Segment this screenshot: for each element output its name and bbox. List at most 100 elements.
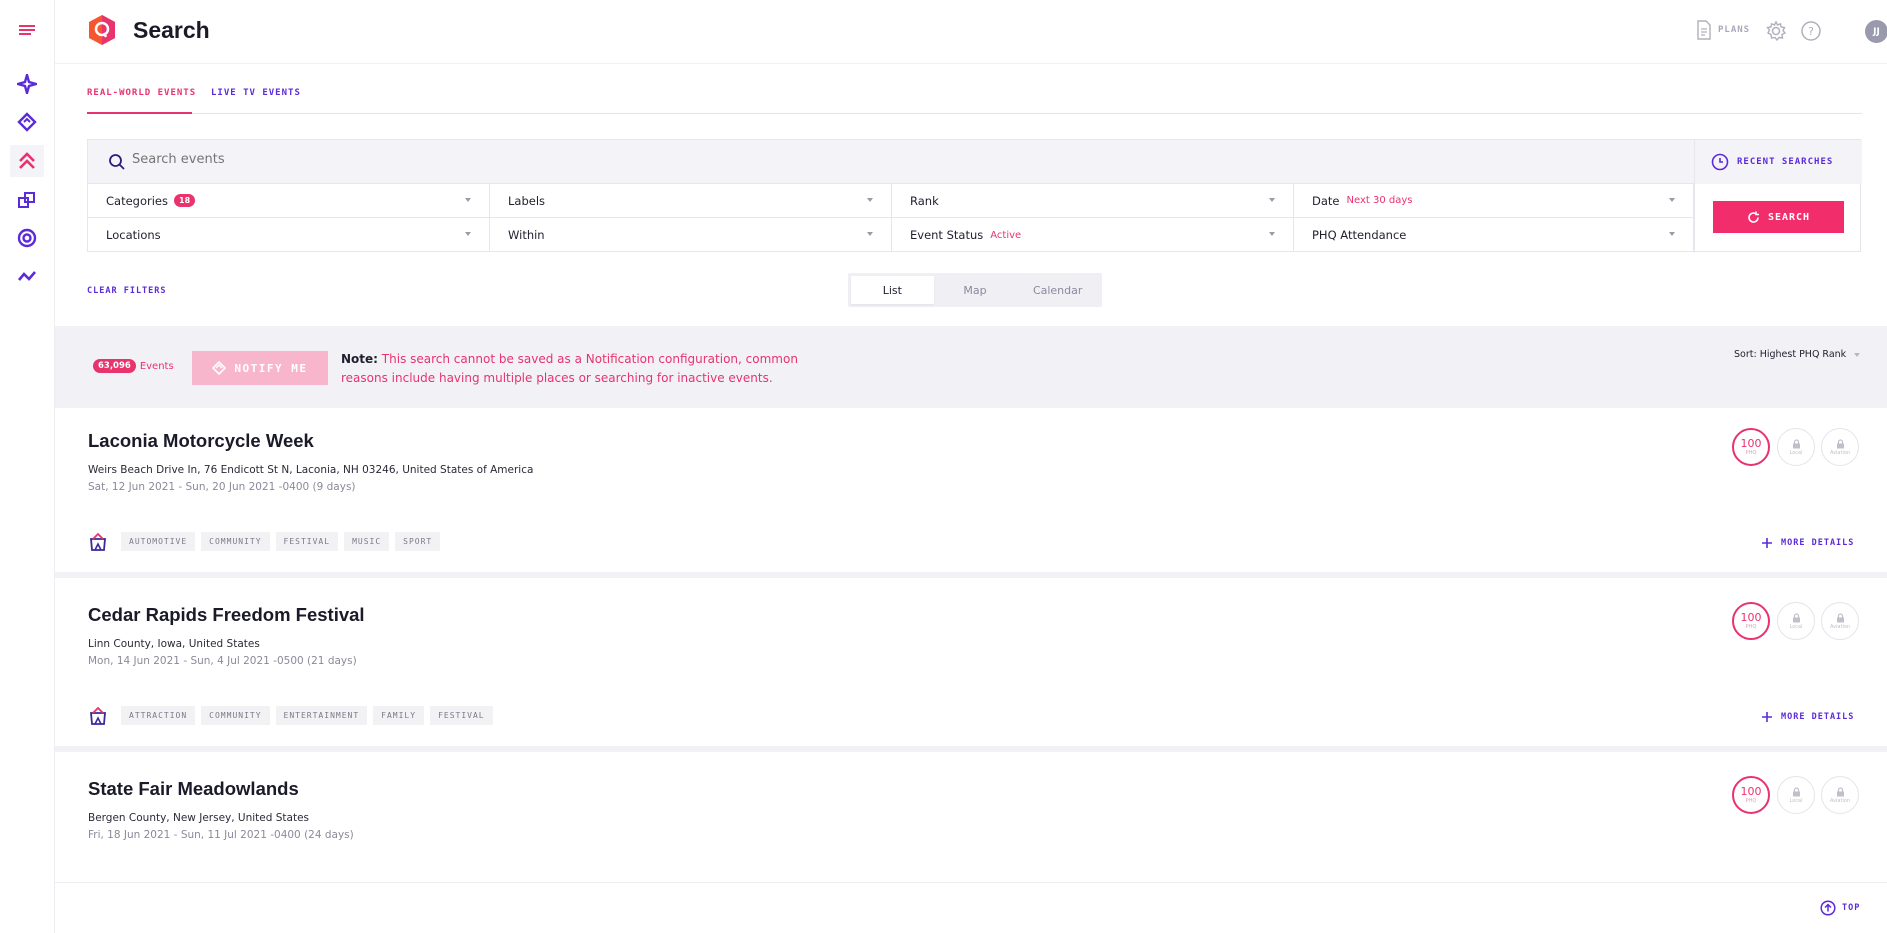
target-nav-icon[interactable] [10,222,44,254]
aviation-rank-label: Aviation [1829,623,1851,630]
event-count: 63,096 Events [93,359,174,373]
sparkle-nav-icon[interactable] [10,68,44,100]
more-details-label: MORE DETAILS [1781,538,1855,548]
search-nav-icon[interactable] [10,145,44,177]
back-to-top-link[interactable]: TOP [1820,900,1860,916]
plus-icon [1762,538,1772,548]
phq-rank-label: PHQ [1745,798,1757,804]
trend-nav-icon[interactable] [10,260,44,292]
local-rank-badge: Local [1777,776,1815,814]
view-map-button[interactable]: Map [934,276,1017,304]
chevron-down-icon [867,232,873,236]
within-filter[interactable]: Within [490,218,892,252]
search-icon [109,154,125,170]
date-value: Next 30 days [1346,195,1413,206]
festival-tent-icon [90,706,106,725]
lock-icon [1836,438,1844,448]
phq-rank-value: 100 [1740,785,1762,798]
within-label: Within [508,228,545,242]
plus-icon [1762,712,1772,722]
event-dates: Sat, 12 Jun 2021 - Sun, 20 Jun 2021 -040… [88,481,356,493]
search-button-label: SEARCH [1767,211,1811,223]
notify-me-button[interactable]: NOTIFY ME [192,351,328,385]
predicthq-logo [87,14,117,46]
top-label: TOP [1842,903,1861,913]
results-notice-bar: 63,096 Events NOTIFY ME Note: This searc… [55,326,1887,408]
view-list-button[interactable]: List [851,276,934,304]
aviation-rank-label: Aviation [1829,449,1851,456]
svg-text:?: ? [1808,25,1814,38]
categories-filter[interactable]: Categories 18 [88,184,490,218]
aviation-rank-badge: Aviation [1821,776,1859,814]
notify-me-label: NOTIFY ME [234,361,308,375]
more-details-link[interactable]: MORE DETAILS [1761,711,1854,723]
category-tag: COMMUNITY [201,532,270,551]
chevron-down-icon [1669,232,1675,236]
festival-tent-icon [90,532,106,551]
footer-bar: TOP [55,882,1887,933]
event-status-value: Active [990,229,1022,241]
note-label: Note: [341,352,378,366]
user-avatar[interactable]: JJ [1865,20,1887,43]
clear-filters-link[interactable]: CLEAR FILTERS [87,286,167,296]
phq-attendance-filter[interactable]: PHQ Attendance [1294,218,1694,252]
sort-dropdown[interactable]: Sort: Highest PHQ Rank [1734,349,1861,360]
event-type-tabs: REAL-WORLD EVENTS LIVE TV EVENTS [87,78,1862,114]
event-count-value: 63,096 [93,359,136,373]
search-row [88,140,1694,184]
event-tags: AUTOMOTIVE COMMUNITY FESTIVAL MUSIC SPOR… [121,532,441,551]
chevron-down-icon [1669,198,1675,202]
gear-icon[interactable] [1765,20,1787,42]
aviation-rank-badge: Aviation [1821,602,1859,640]
refresh-icon [1748,211,1759,223]
search-button[interactable]: SEARCH [1713,201,1844,233]
rank-label: Rank [910,193,939,208]
tab-live-tv-events[interactable]: LIVE TV EVENTS [211,88,301,98]
recent-searches-label: RECENT SEARCHES [1737,157,1834,167]
event-address: Bergen County, New Jersey, United States [88,812,310,824]
diamond-nav-icon[interactable] [10,106,44,138]
categories-count-badge: 18 [174,194,196,207]
local-rank-badge: Local [1777,428,1815,466]
more-details-link[interactable]: MORE DETAILS [1761,537,1854,549]
event-tags: ATTRACTION COMMUNITY ENTERTAINMENT FAMIL… [121,706,493,725]
phq-rank-label: PHQ [1745,624,1757,630]
recent-searches-button[interactable]: RECENT SEARCHES [1694,140,1862,184]
view-calendar-button[interactable]: Calendar [1016,276,1099,304]
event-title[interactable]: Laconia Motorcycle Week [88,430,314,452]
chevron-down-icon [1854,352,1861,357]
event-status-label: Event Status [910,228,984,242]
event-address: Linn County, Iowa, United States [88,638,260,650]
event-status-filter[interactable]: Event Status Active [892,218,1294,252]
locations-filter[interactable]: Locations [88,218,490,252]
event-card[interactable]: Laconia Motorcycle Week Weirs Beach Driv… [55,408,1887,578]
top-header: Search PLANS ? JJ [55,0,1887,64]
stack-nav-icon[interactable] [10,184,44,216]
category-tag: SPORT [395,532,441,551]
local-rank-label: Local [1789,623,1803,630]
locations-label: Locations [106,228,161,242]
search-input[interactable] [132,152,1332,167]
tab-real-world-events[interactable]: REAL-WORLD EVENTS [87,88,196,98]
page-title: Search [133,17,210,43]
local-rank-label: Local [1789,449,1803,456]
event-card[interactable]: Cedar Rapids Freedom Festival Linn Count… [55,582,1887,752]
active-tab-indicator [87,112,192,114]
event-title[interactable]: Cedar Rapids Freedom Festival [88,604,365,626]
date-filter[interactable]: Date Next 30 days [1294,184,1694,218]
plans-button[interactable]: PLANS [1696,20,1750,40]
labels-filter[interactable]: Labels [490,184,892,218]
local-rank-label: Local [1789,797,1803,804]
phq-rank-value: 100 [1740,437,1762,450]
help-icon[interactable]: ? [1800,20,1822,42]
event-title[interactable]: State Fair Meadowlands [88,778,299,800]
category-tag: FESTIVAL [275,532,339,551]
chevron-down-icon [867,198,873,202]
local-rank-badge: Local [1777,602,1815,640]
category-tag: AUTOMOTIVE [121,532,196,551]
category-tag: FAMILY [373,706,425,725]
event-count-label: Events [139,360,174,372]
menu-icon[interactable] [10,14,44,46]
rank-filter[interactable]: Rank [892,184,1294,218]
lock-icon [1836,612,1844,622]
